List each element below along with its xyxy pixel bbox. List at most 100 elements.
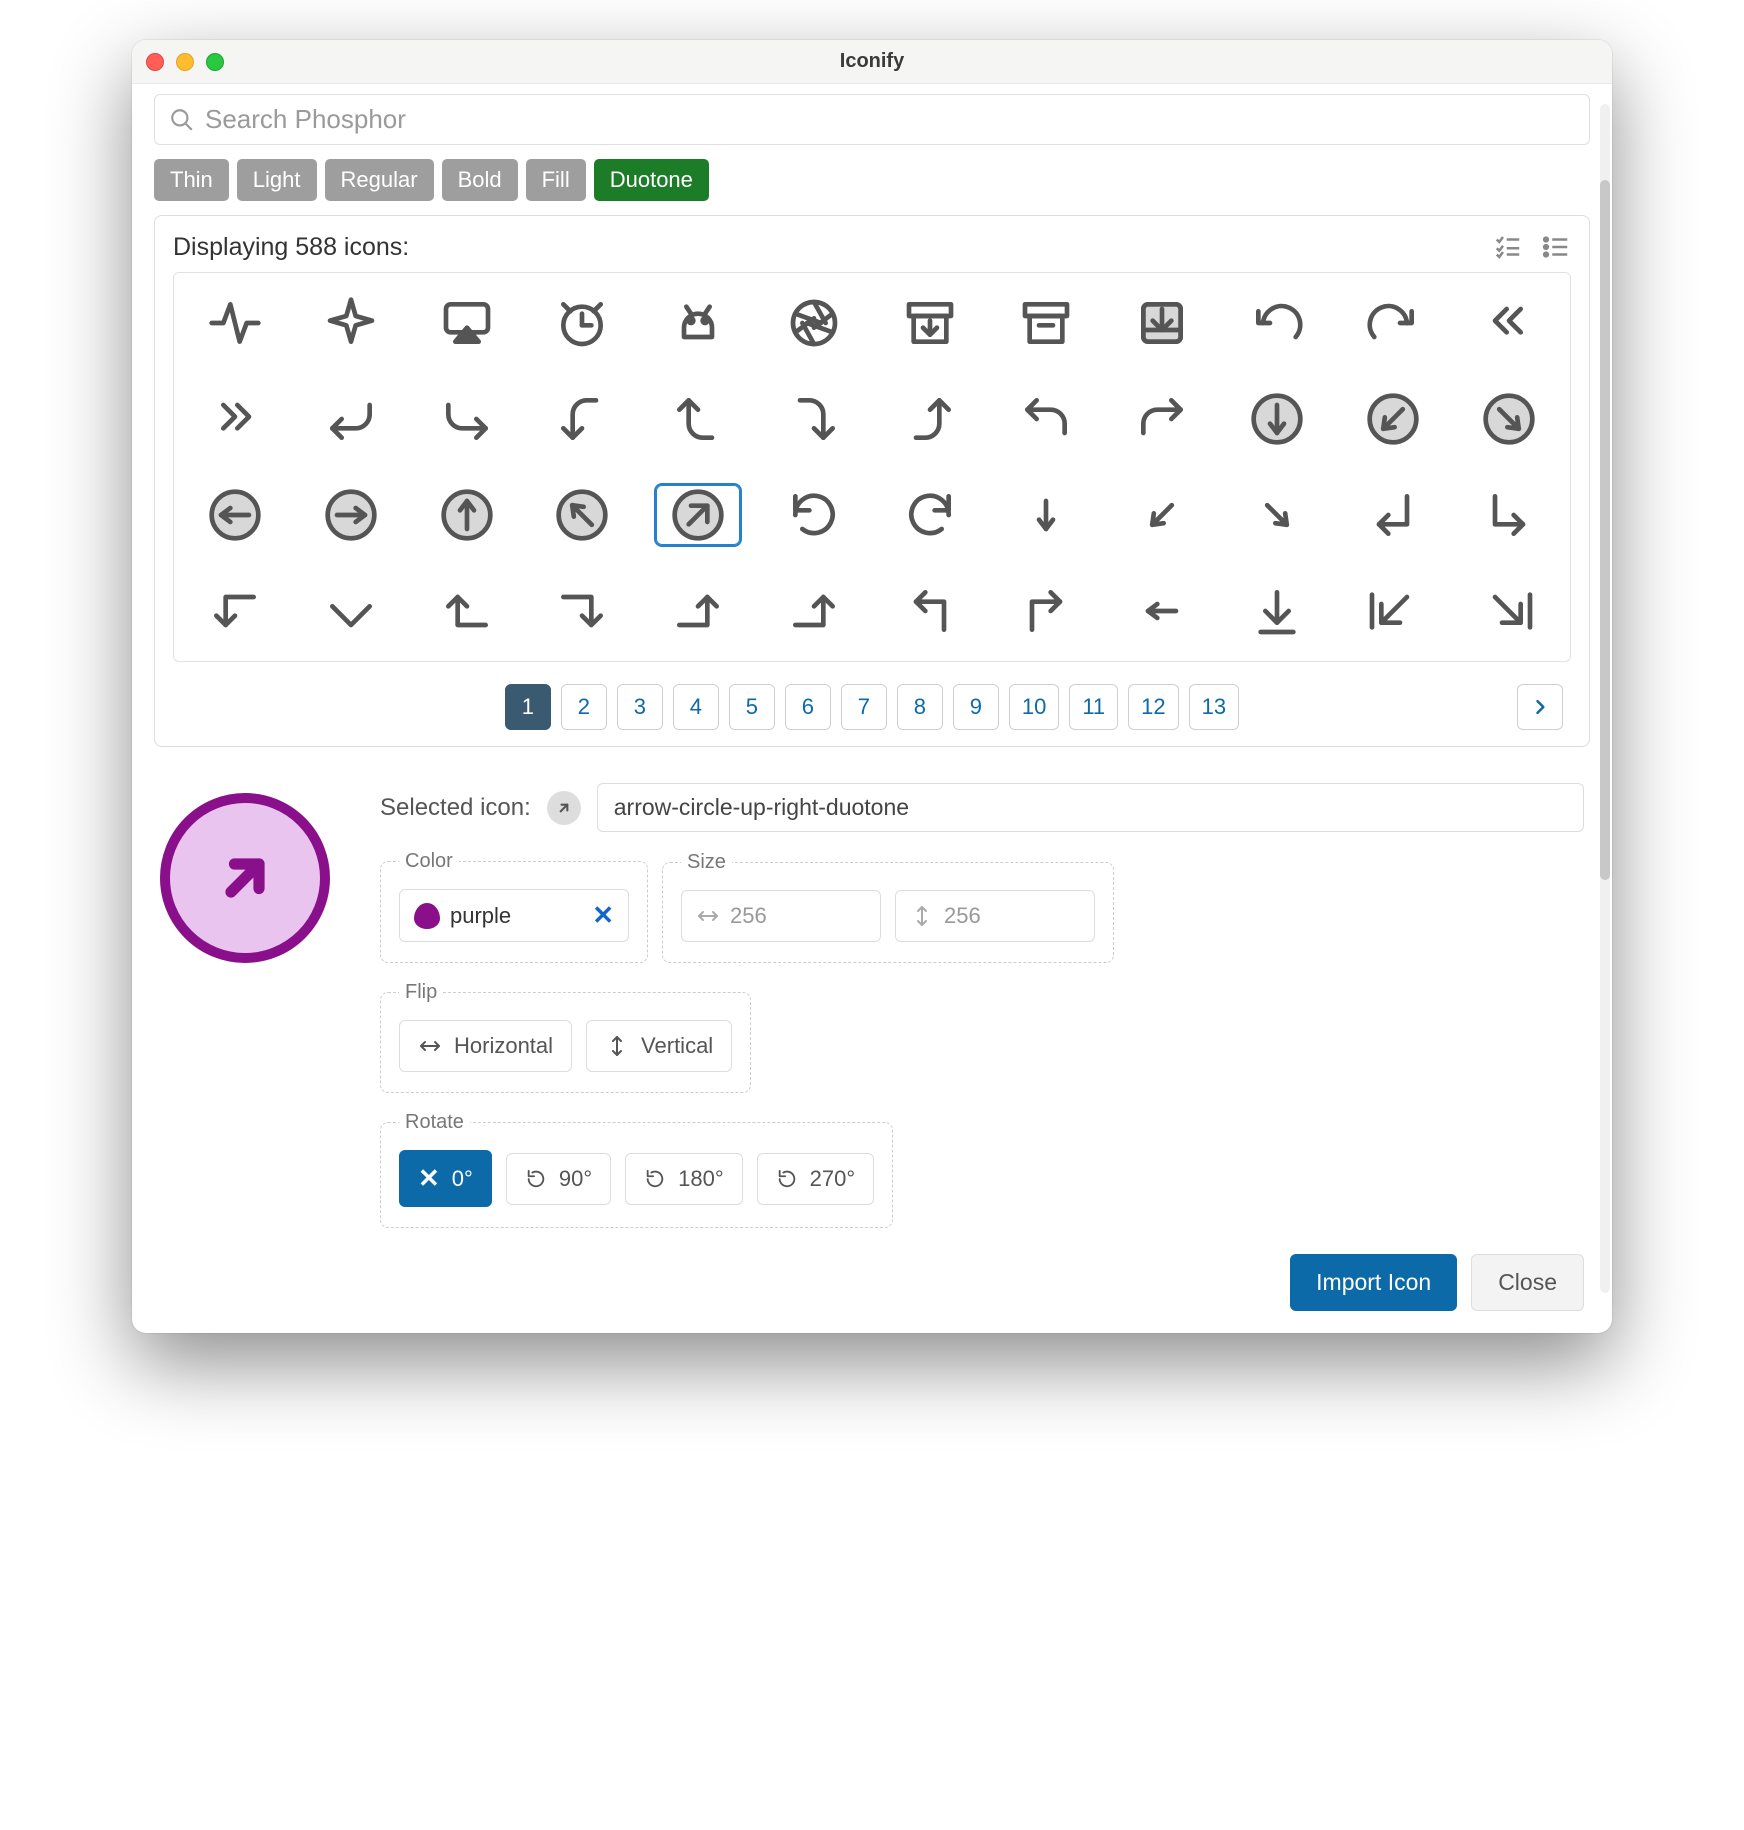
page-5[interactable]: 5 bbox=[729, 684, 775, 730]
color-group-label: Color bbox=[399, 850, 459, 873]
icon-airplane[interactable] bbox=[307, 291, 395, 355]
icon-arrow-circle-down-left[interactable] bbox=[1349, 387, 1437, 451]
search-box[interactable] bbox=[154, 94, 1590, 145]
icon-arrow-elbow-left[interactable] bbox=[191, 579, 279, 643]
icon-arrow-bend-double-up-left[interactable] bbox=[1465, 291, 1553, 355]
height-input[interactable]: 256 bbox=[895, 890, 1095, 942]
icon-arrow-elbow-right-down[interactable] bbox=[654, 579, 742, 643]
icon-arrow-elbow-right-up[interactable] bbox=[770, 579, 858, 643]
icon-arrow-circle-up-left[interactable] bbox=[538, 483, 626, 547]
icon-arrow-line-down-left[interactable] bbox=[1349, 579, 1437, 643]
icon-archive-tray[interactable] bbox=[1118, 291, 1206, 355]
filter-duotone[interactable]: Duotone bbox=[594, 159, 709, 201]
selected-icon-section: Selected icon: Color purple bbox=[154, 783, 1590, 1311]
page-7[interactable]: 7 bbox=[841, 684, 887, 730]
icon-archive[interactable] bbox=[1002, 291, 1090, 355]
icon-arrow-down[interactable] bbox=[1002, 483, 1090, 547]
icon-arrow-elbow-down-right[interactable] bbox=[1465, 483, 1553, 547]
view-checklist-icon[interactable] bbox=[1493, 232, 1523, 262]
icon-arrow-clockwise[interactable] bbox=[770, 483, 858, 547]
rotate-0[interactable]: ✕0° bbox=[399, 1150, 492, 1207]
icon-alarm[interactable] bbox=[538, 291, 626, 355]
icon-arrow-left[interactable] bbox=[1118, 579, 1206, 643]
icon-arrow-elbow-left-down[interactable] bbox=[307, 579, 395, 643]
close-button[interactable]: Close bbox=[1471, 1254, 1584, 1311]
flip-vertical-button[interactable]: Vertical bbox=[586, 1020, 732, 1072]
icon-arrow-circle-down-right[interactable] bbox=[1465, 387, 1553, 451]
icon-arrow-elbow-right[interactable] bbox=[538, 579, 626, 643]
icon-arrow-circle-up-right[interactable] bbox=[654, 483, 742, 547]
icon-arrow-line-down[interactable] bbox=[1233, 579, 1321, 643]
icon-arrow-bend-double-up-right[interactable] bbox=[191, 387, 279, 451]
icon-grid bbox=[186, 291, 1558, 643]
page-6[interactable]: 6 bbox=[785, 684, 831, 730]
filter-thin[interactable]: Thin bbox=[154, 159, 229, 201]
page-1[interactable]: 1 bbox=[505, 684, 551, 730]
page-11[interactable]: 11 bbox=[1069, 684, 1118, 730]
clear-color-icon[interactable]: ✕ bbox=[592, 900, 614, 931]
icon-arrow-bend-down-left[interactable] bbox=[307, 387, 395, 451]
icon-arrow-bend-up-left[interactable] bbox=[1002, 387, 1090, 451]
icon-activity[interactable] bbox=[191, 291, 279, 355]
page-12[interactable]: 12 bbox=[1128, 684, 1178, 730]
page-4[interactable]: 4 bbox=[673, 684, 719, 730]
icon-android-logo[interactable] bbox=[654, 291, 742, 355]
rotate-270[interactable]: 270° bbox=[757, 1153, 875, 1205]
page-2[interactable]: 2 bbox=[561, 684, 607, 730]
pagination: 12345678910111213 bbox=[173, 684, 1571, 730]
page-9[interactable]: 9 bbox=[953, 684, 999, 730]
rotate-icon bbox=[776, 1168, 798, 1190]
icon-preview bbox=[160, 783, 340, 1311]
view-list-icon[interactable] bbox=[1541, 232, 1571, 262]
width-placeholder: 256 bbox=[730, 903, 767, 929]
icon-arrow-bend-left-down[interactable] bbox=[538, 387, 626, 451]
rotate-icon bbox=[525, 1168, 547, 1190]
page-13[interactable]: 13 bbox=[1189, 684, 1239, 730]
search-input[interactable] bbox=[203, 103, 1575, 136]
icon-arrow-circle-down[interactable] bbox=[1233, 387, 1321, 451]
icon-arrow-elbow-up-right[interactable] bbox=[1002, 579, 1090, 643]
icon-arrow-circle-right[interactable] bbox=[307, 483, 395, 547]
icon-arrow-elbow-up-left[interactable] bbox=[886, 579, 974, 643]
app-window: Iconify ThinLightRegularBoldFillDuotone … bbox=[132, 40, 1612, 1333]
rotate-90[interactable]: 90° bbox=[506, 1153, 611, 1205]
flip-horizontal-button[interactable]: Horizontal bbox=[399, 1020, 572, 1072]
page-next-button[interactable] bbox=[1517, 684, 1563, 730]
icon-arrow-circle-up[interactable] bbox=[423, 483, 511, 547]
icon-arrow-arc-left[interactable] bbox=[1233, 291, 1321, 355]
page-10[interactable]: 10 bbox=[1009, 684, 1059, 730]
icon-arrow-down-right[interactable] bbox=[1233, 483, 1321, 547]
page-8[interactable]: 8 bbox=[897, 684, 943, 730]
icon-arrow-down-left[interactable] bbox=[1118, 483, 1206, 547]
filter-regular[interactable]: Regular bbox=[325, 159, 434, 201]
icon-arrow-counter-clockwise[interactable] bbox=[886, 483, 974, 547]
icon-arrow-bend-down-right[interactable] bbox=[423, 387, 511, 451]
color-picker[interactable]: purple ✕ bbox=[399, 889, 629, 942]
icon-arrow-bend-right-up[interactable] bbox=[886, 387, 974, 451]
rotate-group: Rotate ✕0°90°180°270° bbox=[380, 1111, 893, 1228]
icon-arrow-bend-left-up[interactable] bbox=[654, 387, 742, 451]
filter-light[interactable]: Light bbox=[237, 159, 317, 201]
rotate-180[interactable]: 180° bbox=[625, 1153, 743, 1205]
filter-bold[interactable]: Bold bbox=[442, 159, 518, 201]
flip-horizontal-icon bbox=[418, 1034, 442, 1058]
icon-arrow-line-down-right[interactable] bbox=[1465, 579, 1553, 643]
filter-fill[interactable]: Fill bbox=[526, 159, 586, 201]
import-icon-button[interactable]: Import Icon bbox=[1290, 1254, 1457, 1311]
icon-arrow-circle-left[interactable] bbox=[191, 483, 279, 547]
icon-arrow-bend-right-down[interactable] bbox=[770, 387, 858, 451]
icon-arrow-bend-up-right[interactable] bbox=[1118, 387, 1206, 451]
width-input[interactable]: 256 bbox=[681, 890, 881, 942]
preview-circle-icon bbox=[160, 793, 330, 963]
width-icon bbox=[696, 904, 720, 928]
icon-archive-box[interactable] bbox=[886, 291, 974, 355]
selected-icon-name-input[interactable] bbox=[597, 783, 1584, 832]
icon-aperture[interactable] bbox=[770, 291, 858, 355]
icon-arrow-elbow-left-up[interactable] bbox=[423, 579, 511, 643]
icon-airplay[interactable] bbox=[423, 291, 511, 355]
window-title: Iconify bbox=[132, 50, 1612, 73]
icon-arrow-elbow-down-left[interactable] bbox=[1349, 483, 1437, 547]
scrollbar-thumb[interactable] bbox=[1600, 180, 1610, 880]
icon-arrow-arc-right[interactable] bbox=[1349, 291, 1437, 355]
page-3[interactable]: 3 bbox=[617, 684, 663, 730]
